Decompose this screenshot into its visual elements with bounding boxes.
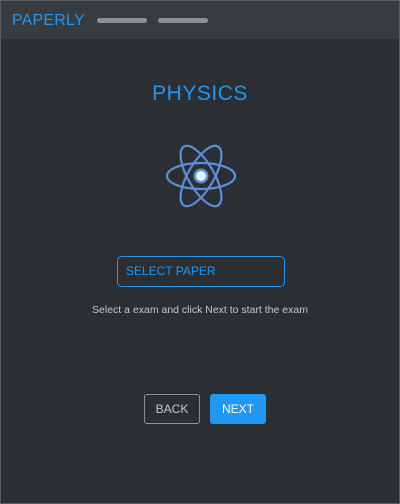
nav-placeholder-1[interactable] [97, 18, 147, 23]
brand-logo[interactable]: PAPERLY [12, 12, 85, 30]
back-button[interactable]: BACK [144, 394, 200, 424]
subject-title: PHYSICS [152, 82, 248, 105]
atom-icon [165, 144, 237, 208]
top-bar: PAPERLY [1, 1, 399, 39]
app-window: PAPERLY PHYSICS SELECT PAPER Select a ex… [0, 0, 400, 504]
select-paper-dropdown[interactable]: SELECT PAPER [117, 256, 285, 287]
nav-placeholder-2[interactable] [158, 18, 208, 23]
instructions-text: Select a exam and click Next to start th… [92, 304, 308, 316]
next-button[interactable]: NEXT [210, 394, 266, 424]
